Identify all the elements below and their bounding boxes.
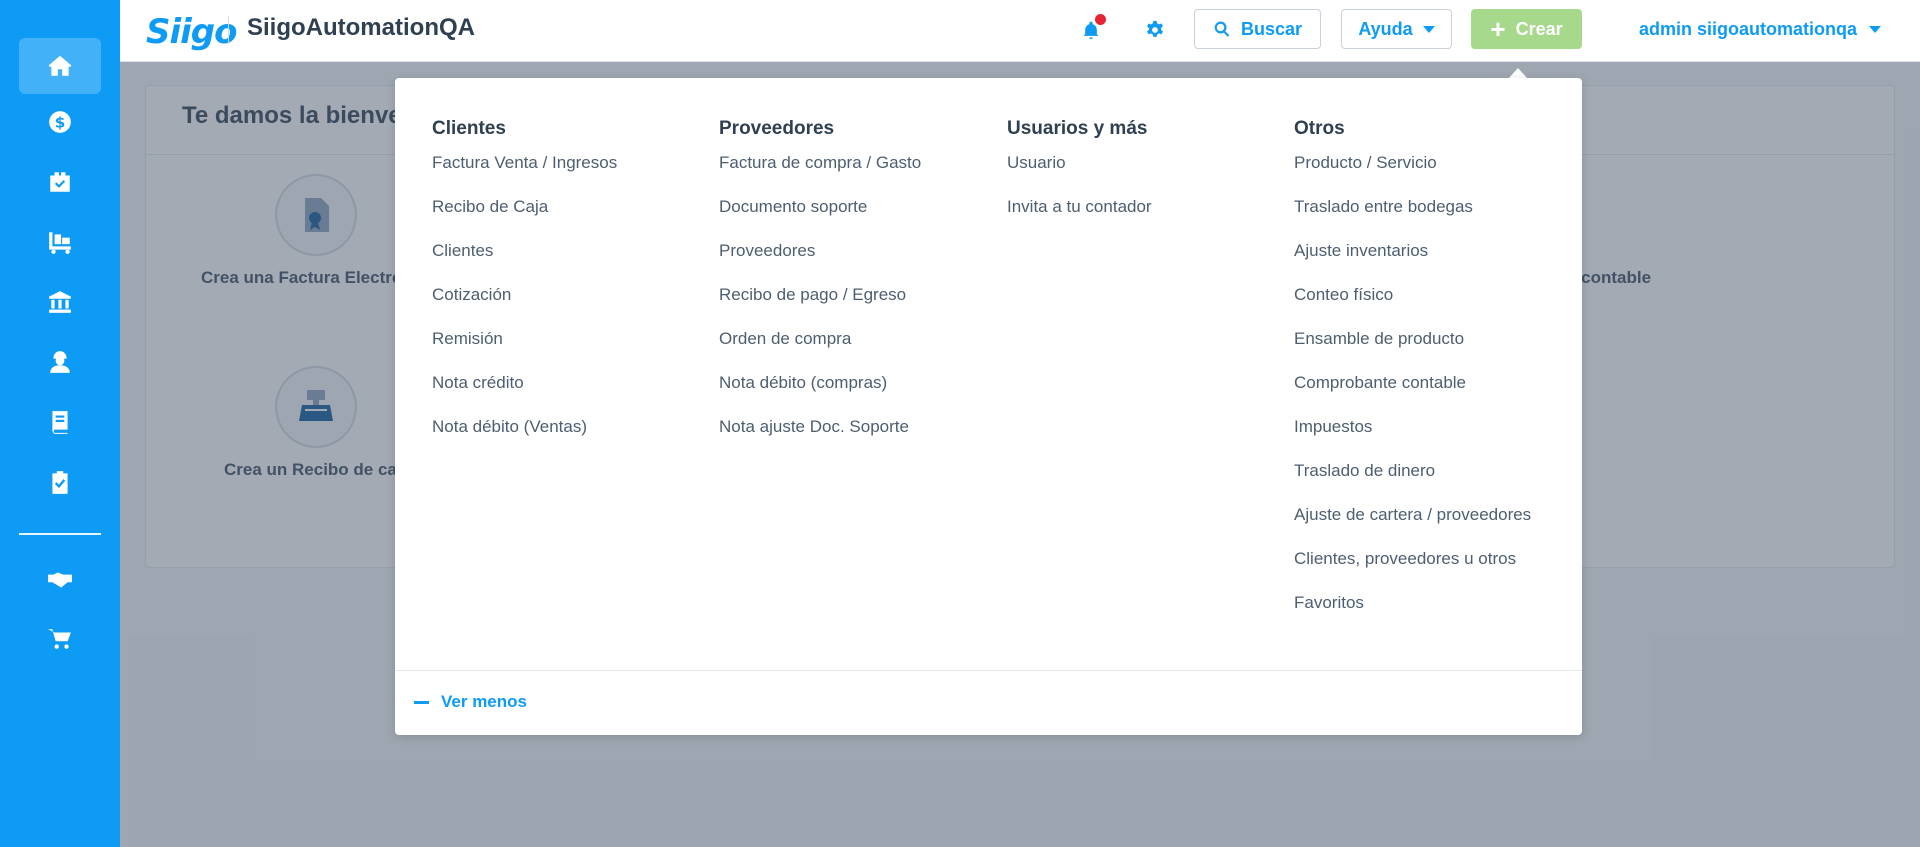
menu-item[interactable]: Nota crédito xyxy=(432,370,617,414)
menu-item[interactable]: Clientes, proveedores u otros xyxy=(1294,546,1531,590)
user-menu[interactable]: admin siigoautomationqa xyxy=(1639,14,1882,44)
menu-column-title: Usuarios y más xyxy=(1007,118,1148,139)
menu-item[interactable]: Orden de compra xyxy=(719,326,921,370)
logo-separator xyxy=(228,16,229,44)
menu-item[interactable]: Conteo físico xyxy=(1294,282,1531,326)
handshake-icon xyxy=(48,572,72,588)
menu-item[interactable]: Recibo de pago / Egreso xyxy=(719,282,921,326)
menu-item[interactable]: Invita a tu contador xyxy=(1007,194,1152,238)
sidebar-item-home[interactable] xyxy=(19,38,101,94)
sidebar-item-reports[interactable] xyxy=(19,454,101,510)
sidebar: $ xyxy=(0,0,120,847)
menu-item[interactable]: Factura Venta / Ingresos xyxy=(432,150,617,194)
menu-item[interactable]: Traslado de dinero xyxy=(1294,458,1531,502)
create-label: Crear xyxy=(1515,18,1563,39)
company-title: SiigoAutomationQA xyxy=(247,14,475,41)
menu-item[interactable]: Favoritos xyxy=(1294,590,1531,634)
book-icon xyxy=(52,411,68,434)
menu-column-otros: Otros Producto / Servicio Traslado entre… xyxy=(1294,116,1531,634)
menu-item[interactable]: Nota ajuste Doc. Soporte xyxy=(719,414,921,458)
show-less-button[interactable]: Ver menos xyxy=(414,692,527,712)
menu-column-title: Otros xyxy=(1294,118,1345,139)
sidebar-item-accounting[interactable] xyxy=(19,394,101,450)
menu-item[interactable]: Remisión xyxy=(432,326,617,370)
menu-item[interactable]: Cotización xyxy=(432,282,617,326)
menu-column-proveedores: Proveedores Factura de compra / Gasto Do… xyxy=(719,116,921,458)
menu-item[interactable]: Documento soporte xyxy=(719,194,921,238)
bank-icon xyxy=(49,291,71,313)
sidebar-item-payroll[interactable] xyxy=(19,334,101,390)
menu-item[interactable]: Comprobante contable xyxy=(1294,370,1531,414)
menu-item[interactable]: Traslado entre bodegas xyxy=(1294,194,1531,238)
chevron-down-icon xyxy=(1869,25,1882,33)
shopping-bag-icon xyxy=(50,172,70,192)
menu-column-title: Clientes xyxy=(432,118,506,139)
plus-icon: + xyxy=(1490,14,1506,44)
help-label: Ayuda xyxy=(1358,18,1413,39)
help-dropdown[interactable]: Ayuda xyxy=(1341,9,1452,49)
notification-dot xyxy=(1095,14,1106,25)
svg-text:$: $ xyxy=(55,113,66,131)
menu-item[interactable]: Recibo de Caja xyxy=(432,194,617,238)
menu-column-usuarios: Usuarios y más Usuario Invita a tu conta… xyxy=(1007,116,1152,238)
minus-icon xyxy=(414,700,429,704)
menu-item[interactable]: Ensamble de producto xyxy=(1294,326,1531,370)
menu-item[interactable]: Impuestos xyxy=(1294,414,1531,458)
home-icon xyxy=(48,55,72,76)
siigo-logo[interactable]: Siigo xyxy=(142,8,237,52)
inventory-cart-icon xyxy=(49,232,71,254)
menu-item[interactable]: Proveedores xyxy=(719,238,921,282)
worker-icon xyxy=(50,351,70,373)
search-icon xyxy=(1214,21,1230,37)
sidebar-item-partners[interactable] xyxy=(19,551,101,607)
sidebar-item-banks[interactable] xyxy=(19,274,101,330)
gear-icon xyxy=(1147,20,1163,37)
user-name: admin siigoautomationqa xyxy=(1639,18,1858,39)
menu-item[interactable]: Usuario xyxy=(1007,150,1152,194)
show-less-label: Ver menos xyxy=(441,692,527,711)
dollar-icon: $ xyxy=(49,111,71,133)
create-dropdown-menu: Clientes Factura Venta / Ingresos Recibo… xyxy=(395,78,1582,735)
chevron-down-icon xyxy=(1422,25,1435,33)
sidebar-divider xyxy=(19,533,101,535)
create-button[interactable]: + Crear xyxy=(1471,9,1582,49)
menu-footer-divider xyxy=(395,670,1582,671)
menu-column-title: Proveedores xyxy=(719,118,835,139)
menu-item[interactable]: Factura de compra / Gasto xyxy=(719,150,921,194)
menu-item[interactable]: Clientes xyxy=(432,238,617,282)
clipboard-check-icon xyxy=(52,471,68,494)
shopping-cart-icon xyxy=(48,629,71,649)
menu-item[interactable]: Nota débito (compras) xyxy=(719,370,921,414)
menu-item[interactable]: Ajuste inventarios xyxy=(1294,238,1531,282)
notifications-button[interactable] xyxy=(1075,14,1107,46)
search-button[interactable]: Buscar xyxy=(1194,9,1321,49)
menu-column-clientes: Clientes Factura Venta / Ingresos Recibo… xyxy=(432,116,617,458)
menu-item[interactable]: Producto / Servicio xyxy=(1294,150,1531,194)
menu-item[interactable]: Nota débito (Ventas) xyxy=(432,414,617,458)
settings-button[interactable] xyxy=(1139,14,1171,46)
sidebar-item-finances[interactable]: $ xyxy=(19,94,101,150)
sidebar-item-sales[interactable] xyxy=(19,154,101,210)
top-bar: Siigo SiigoAutomationQA Buscar Ayuda + C… xyxy=(120,0,1920,62)
sidebar-item-store[interactable] xyxy=(19,611,101,667)
sidebar-item-inventory[interactable] xyxy=(19,214,101,270)
search-label: Buscar xyxy=(1240,18,1303,39)
menu-item[interactable]: Ajuste de cartera / proveedores xyxy=(1294,502,1531,546)
